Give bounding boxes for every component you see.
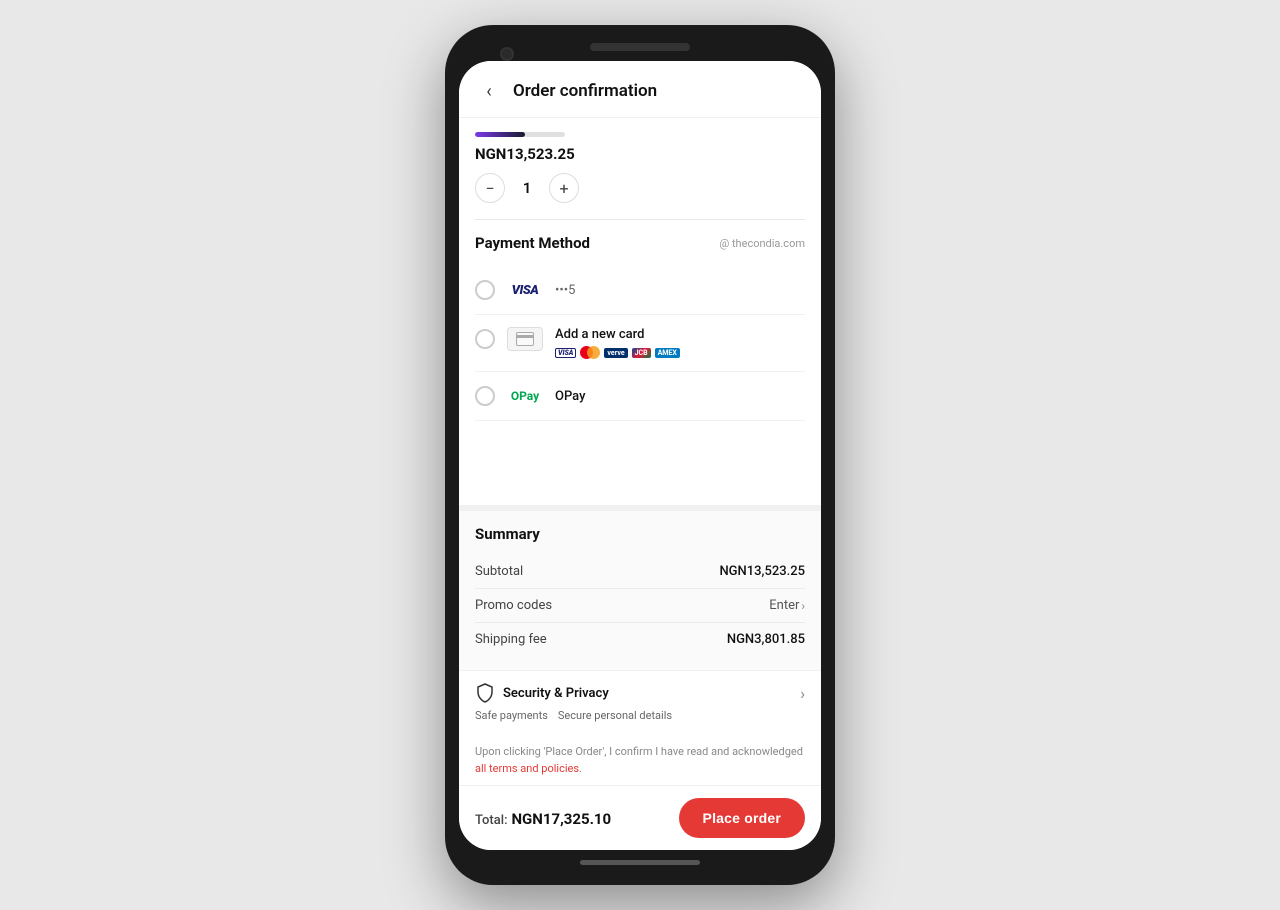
payment-option-new-card[interactable]: Add a new card VISA verve JCB AMEX [475,315,805,372]
radio-new-card[interactable] [475,329,495,349]
payment-method-header: Payment Method @ thecondia.com [475,234,805,252]
promo-enter[interactable]: Enter › [769,598,805,613]
radio-opay[interactable] [475,386,495,406]
total-area: Total: NGN17,325.10 [475,809,611,828]
security-header: Security & Privacy › [475,683,805,703]
card-logo-jcb: JCB [632,348,651,358]
new-card-icon [507,327,543,351]
visa-card-partial: •••5 [555,283,575,298]
summary-row-subtotal: Subtotal NGN13,523.25 [475,555,805,589]
security-tag-payments: Safe payments [475,709,548,722]
phone-speaker [590,43,690,51]
quantity-control: − 1 + [475,173,805,203]
summary-title: Summary [475,525,805,543]
payment-option-visa[interactable]: VISA •••5 [475,266,805,315]
radio-visa[interactable] [475,280,495,300]
phone-frame: ‹ Order confirmation NGN13,523.25 − 1 + [445,25,835,885]
summary-row-promo[interactable]: Promo codes Enter › [475,589,805,623]
card-logo-verve: verve [604,348,627,358]
subtotal-value: NGN13,523.25 [719,564,805,579]
promo-chevron-icon: › [801,599,805,613]
main-content: NGN13,523.25 − 1 + Payment Method @ thec… [459,118,821,505]
payment-method-title: Payment Method [475,234,590,252]
quantity-value: 1 [519,179,535,197]
divider-1 [475,219,805,220]
subtotal-label: Subtotal [475,564,523,579]
card-logo-visa: VISA [555,348,576,358]
footer: Total: NGN17,325.10 Place order [459,785,821,850]
page-header: ‹ Order confirmation [459,61,821,118]
summary-row-shipping: Shipping fee NGN3,801.85 [475,623,805,656]
quantity-decrement-button[interactable]: − [475,173,505,203]
terms-link[interactable]: all terms and policies [475,762,579,775]
security-tag-details: Secure personal details [558,709,672,722]
quantity-increment-button[interactable]: + [549,173,579,203]
consent-text-after: . [579,762,582,775]
progress-bar-fill [475,132,525,137]
promo-enter-text: Enter [769,598,799,613]
app-content: NGN13,523.25 − 1 + Payment Method @ thec… [459,118,821,850]
place-order-button[interactable]: Place order [679,798,805,838]
card-logo-mastercard [580,346,600,359]
consent-section: Upon clicking 'Place Order', I confirm I… [459,734,821,785]
price-display: NGN13,523.25 [475,145,805,163]
consent-text: Upon clicking 'Place Order', I confirm I… [475,744,805,777]
security-section[interactable]: Security & Privacy › Safe payments Secur… [459,670,821,734]
shipping-value: NGN3,801.85 [727,632,805,647]
page-title: Order confirmation [513,81,657,101]
phone-home-bar [580,860,700,865]
security-tags: Safe payments Secure personal details [475,709,805,722]
card-logos: VISA verve JCB AMEX [555,346,805,359]
progress-bar-container [475,132,565,137]
total-label: Total: [475,813,508,828]
card-logo-amex: AMEX [655,348,680,358]
back-button[interactable]: ‹ [475,77,503,105]
new-card-info: Add a new card VISA verve JCB AMEX [555,327,805,359]
payment-website: @ thecondia.com [719,237,805,250]
promo-label: Promo codes [475,598,552,613]
summary-section: Summary Subtotal NGN13,523.25 Promo code… [459,505,821,670]
security-chevron-icon: › [800,684,805,703]
opay-icon: OPay [507,384,543,408]
security-title: Security & Privacy [503,686,609,701]
consent-text-before: Upon clicking 'Place Order', I confirm I… [475,745,803,758]
shipping-label: Shipping fee [475,632,547,647]
opay-label: OPay [555,389,585,404]
phone-screen: ‹ Order confirmation NGN13,523.25 − 1 + [459,61,821,850]
total-amount: NGN17,325.10 [511,810,611,828]
new-card-label: Add a new card [555,327,805,342]
payment-option-opay[interactable]: OPay OPay [475,372,805,421]
visa-icon: VISA [507,278,543,302]
security-title-wrap: Security & Privacy [475,683,609,703]
shield-icon [475,683,495,703]
phone-camera [500,47,514,61]
